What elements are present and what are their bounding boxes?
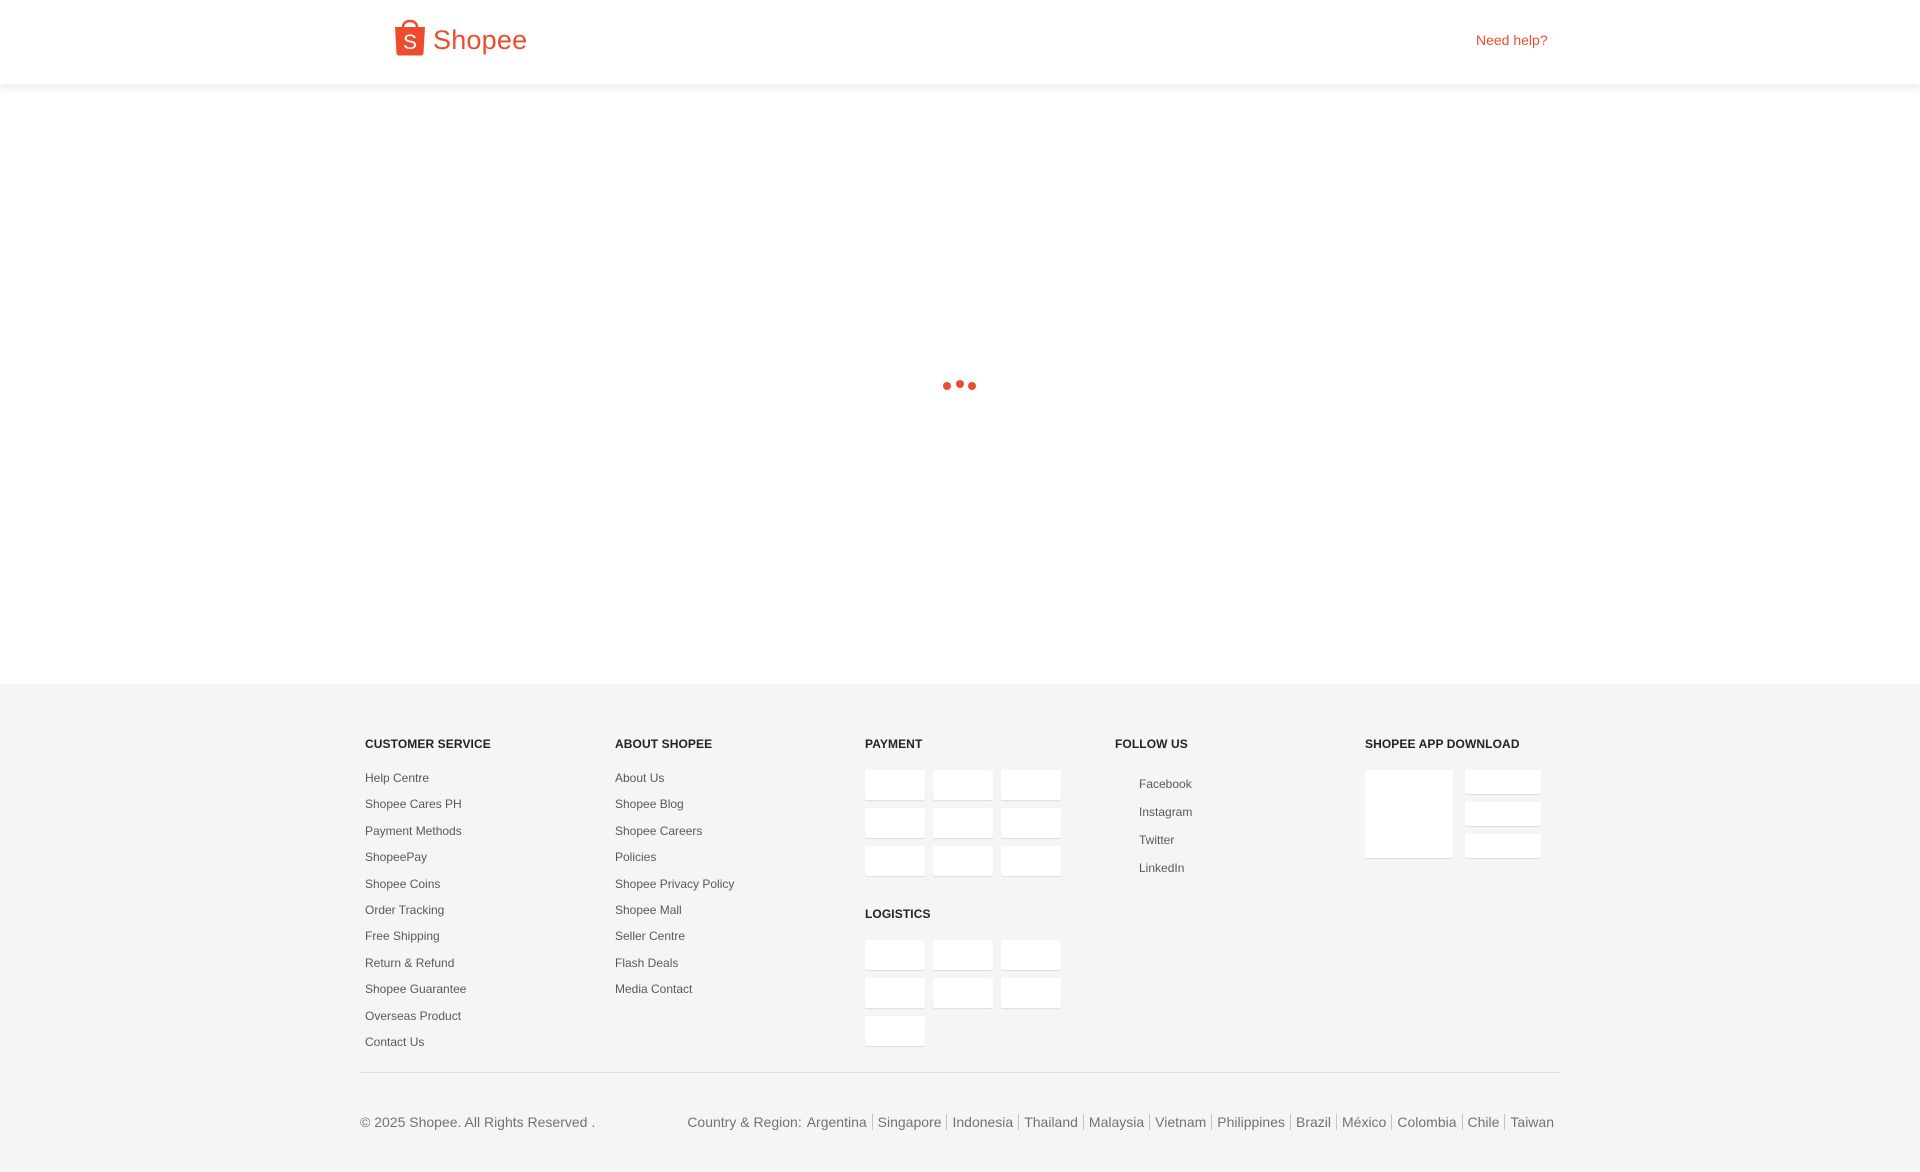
- site-footer: CUSTOMER SERVICE Help Centre Shopee Care…: [0, 684, 1920, 1172]
- footer-link[interactable]: Media Contact: [615, 981, 734, 1007]
- social-links: Facebook Instagram Twitter LinkedIn: [1115, 770, 1192, 882]
- follow-us-column: FOLLOW US Facebook Instagram Twitter Lin…: [1115, 736, 1192, 882]
- footer-link[interactable]: Flash Deals: [615, 955, 734, 981]
- social-link-linkedin[interactable]: LinkedIn: [1115, 854, 1192, 882]
- payment-logo: [933, 770, 993, 800]
- twitter-icon: [1115, 832, 1131, 848]
- payment-logo: [1001, 770, 1061, 800]
- region-link[interactable]: Malaysia: [1082, 1114, 1149, 1130]
- social-label: Facebook: [1139, 777, 1192, 791]
- svg-text:S: S: [403, 31, 417, 54]
- social-link-instagram[interactable]: Instagram: [1115, 798, 1192, 826]
- payment-logo: [933, 846, 993, 876]
- region-link[interactable]: Taiwan: [1504, 1114, 1554, 1130]
- copyright-text: © 2025 Shopee. All Rights Reserved .: [360, 1114, 596, 1130]
- footer-link[interactable]: Shopee Coins: [365, 876, 491, 902]
- footer-link[interactable]: Shopee Careers: [615, 823, 734, 849]
- footer-link[interactable]: Shopee Blog: [615, 796, 734, 822]
- region-link[interactable]: México: [1336, 1114, 1391, 1130]
- app-store-badge[interactable]: [1465, 770, 1541, 794]
- loading-dot: [943, 382, 951, 390]
- payment-logo: [933, 808, 993, 838]
- app-download-title: SHOPEE APP DOWNLOAD: [1365, 737, 1520, 751]
- payment-logo: [865, 846, 925, 876]
- payment-logo: [865, 808, 925, 838]
- payment-logo: [1001, 846, 1061, 876]
- region-link[interactable]: Indonesia: [946, 1114, 1018, 1130]
- footer-link[interactable]: Return & Refund: [365, 955, 491, 981]
- qr-code: [1365, 770, 1453, 858]
- need-help-link[interactable]: Need help?: [1476, 32, 1548, 48]
- social-label: LinkedIn: [1139, 861, 1185, 875]
- payment-logo: [1001, 808, 1061, 838]
- logistics-logo: [933, 940, 993, 970]
- follow-us-title: FOLLOW US: [1115, 737, 1188, 751]
- region-link[interactable]: Brazil: [1289, 1114, 1336, 1130]
- logistics-logo: [1001, 940, 1061, 970]
- social-label: Twitter: [1139, 833, 1175, 847]
- logistics-logo: [1001, 978, 1061, 1008]
- social-label: Instagram: [1139, 805, 1193, 819]
- footer-link[interactable]: Policies: [615, 849, 734, 875]
- footer-link[interactable]: Shopee Privacy Policy: [615, 876, 734, 902]
- social-link-twitter[interactable]: Twitter: [1115, 826, 1192, 854]
- payment-title: PAYMENT: [865, 737, 923, 751]
- logistics-logo: [865, 940, 925, 970]
- region-link[interactable]: Colombia: [1391, 1114, 1461, 1130]
- footer-link[interactable]: Free Shipping: [365, 928, 491, 954]
- customer-service-title: CUSTOMER SERVICE: [365, 737, 491, 751]
- google-play-badge[interactable]: [1465, 802, 1541, 826]
- logistics-logos: [865, 940, 1061, 1046]
- region-link[interactable]: Vietnam: [1149, 1114, 1211, 1130]
- logistics-logo: [865, 978, 925, 1008]
- social-link-facebook[interactable]: Facebook: [1115, 770, 1192, 798]
- loading-dot: [968, 382, 976, 390]
- footer-link[interactable]: Contact Us: [365, 1034, 491, 1060]
- footer-link[interactable]: Help Centre: [365, 770, 491, 796]
- main-content: [0, 84, 1920, 684]
- logo-text: Shopee: [433, 25, 528, 55]
- footer-divider: [360, 1072, 1560, 1073]
- about-shopee-title: ABOUT SHOPEE: [615, 737, 713, 751]
- loading-spinner: [943, 377, 979, 393]
- region-label: Country & Region:: [687, 1114, 802, 1130]
- shopee-bag-icon: S: [395, 19, 425, 56]
- loading-dot: [956, 380, 964, 388]
- logistics-logo: [865, 1016, 925, 1046]
- payment-logo: [865, 770, 925, 800]
- footer-link[interactable]: Overseas Product: [365, 1008, 491, 1034]
- region-link[interactable]: Argentina: [807, 1114, 872, 1130]
- shopee-logo-link[interactable]: S Shopee: [393, 16, 527, 56]
- app-download-column: SHOPEE APP DOWNLOAD: [1365, 736, 1541, 866]
- footer-link[interactable]: ShopeePay: [365, 849, 491, 875]
- customer-service-column: CUSTOMER SERVICE Help Centre Shopee Care…: [365, 736, 491, 1060]
- about-shopee-column: ABOUT SHOPEE About Us Shopee Blog Shopee…: [615, 736, 734, 1008]
- footer-link[interactable]: Shopee Mall: [615, 902, 734, 928]
- linkedin-icon: [1115, 860, 1131, 876]
- footer-link[interactable]: Shopee Guarantee: [365, 981, 491, 1007]
- instagram-icon: [1115, 804, 1131, 820]
- footer-link[interactable]: Order Tracking: [365, 902, 491, 928]
- region-link[interactable]: Thailand: [1018, 1114, 1083, 1130]
- logistics-logo: [933, 978, 993, 1008]
- about-shopee-links: About Us Shopee Blog Shopee Careers Poli…: [615, 770, 734, 1008]
- app-download-row: [1365, 770, 1541, 866]
- footer-link[interactable]: Payment Methods: [365, 823, 491, 849]
- logistics-title: LOGISTICS: [865, 907, 931, 921]
- app-gallery-badge[interactable]: [1465, 834, 1541, 858]
- facebook-icon: [1115, 776, 1131, 792]
- payment-logos: [865, 770, 1061, 876]
- footer-link[interactable]: Shopee Cares PH: [365, 796, 491, 822]
- region-link[interactable]: Philippines: [1211, 1114, 1290, 1130]
- footer-link[interactable]: Seller Centre: [615, 928, 734, 954]
- app-store-badges: [1465, 770, 1541, 866]
- region-link[interactable]: Chile: [1461, 1114, 1505, 1130]
- payment-column: PAYMENT LOGISTICS: [865, 736, 1061, 1046]
- region-link[interactable]: Singapore: [871, 1114, 947, 1130]
- site-header: S Shopee Need help?: [0, 0, 1920, 84]
- footer-link[interactable]: About Us: [615, 770, 734, 796]
- customer-service-links: Help Centre Shopee Cares PH Payment Meth…: [365, 770, 491, 1060]
- country-region-list: Country & Region: Argentina Singapore In…: [687, 1114, 1554, 1130]
